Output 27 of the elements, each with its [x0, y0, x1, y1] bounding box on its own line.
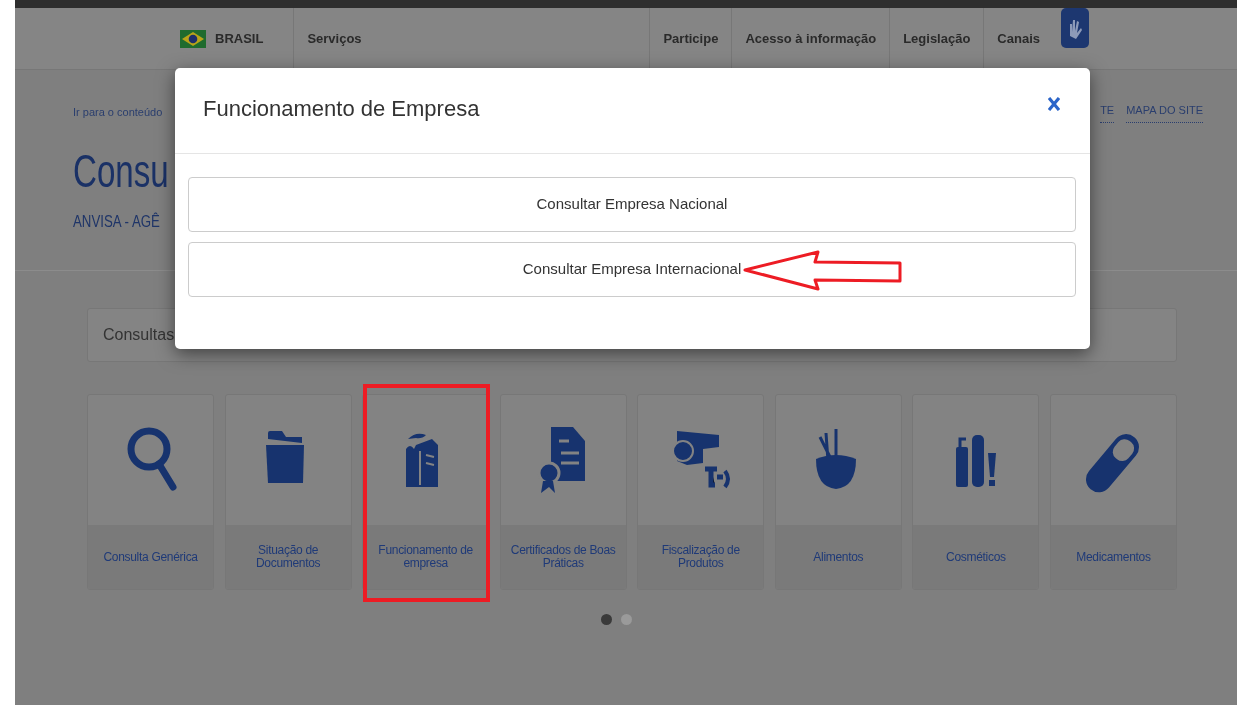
flag-icon	[180, 29, 206, 48]
close-icon[interactable]	[1048, 96, 1060, 111]
tile-label: Medicamentos	[1076, 550, 1151, 564]
top-link[interactable]: MAPA DO SITE	[1126, 102, 1203, 123]
tile-card[interactable]: Cosméticos	[912, 394, 1040, 590]
option-button[interactable]: Consultar Empresa Internacional	[188, 242, 1076, 297]
hand-icon[interactable]	[1061, 7, 1089, 48]
tile-label: Certificados de Boas Práticas	[509, 544, 617, 570]
page-subtitle: ANVISA - AGÊ	[73, 210, 160, 233]
tile-card[interactable]: Situação de Documentos	[224, 394, 352, 590]
tile-label: Funcionamento de empresa	[377, 544, 474, 570]
tile-card[interactable]: Medicamentos	[1049, 394, 1177, 590]
tile-label: Situação de Documentos	[254, 544, 322, 570]
option-button[interactable]: Consultar Empresa Nacional	[188, 177, 1076, 232]
modal-title: Funcionamento de Empresa	[203, 95, 480, 123]
tile-card[interactable]: Alimentos	[774, 394, 902, 590]
top-link[interactable]: TE	[1100, 102, 1115, 123]
tile-label: Consulta Genérica	[103, 550, 198, 564]
tile-card[interactable]: Certificados de Boas Práticas	[499, 394, 627, 590]
page-title: Consu	[73, 143, 169, 199]
country-label[interactable]: BRASIL	[215, 28, 264, 49]
tile-card[interactable]: Fiscalização de Produtos	[637, 394, 765, 590]
tile-label: Alimentos	[813, 550, 864, 564]
tile-label: Fiscalização de Produtos	[660, 544, 741, 570]
tile-label: Cosméticos	[946, 550, 1006, 564]
skip-link[interactable]: Ir para o conteúdo	[73, 104, 163, 121]
tile-card[interactable]: Consulta Genérica	[87, 394, 215, 590]
